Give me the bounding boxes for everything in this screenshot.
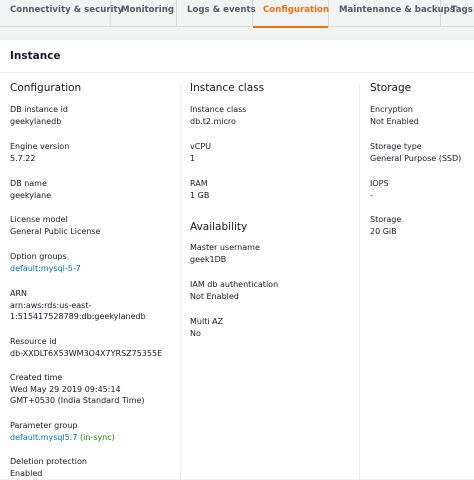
multi-az-value: No (190, 329, 201, 338)
db-instance-id-value: geekylanedb (10, 117, 62, 126)
iops-value: - (370, 191, 373, 200)
iops-label: IOPS (370, 179, 389, 188)
parameter-group-status: (in-sync) (79, 433, 115, 442)
parameter-group-field: Parameter group default.mysql5.7 (in-syn… (10, 420, 180, 443)
deletion-protection-label: Deletion protection (10, 457, 87, 466)
instance-class-section-title: Instance class (190, 82, 265, 94)
iam-auth-value: Not Enabled (190, 292, 239, 301)
column-divider-1 (180, 84, 181, 480)
parameter-group-value: default.mysql5.7 (in-sync) (10, 432, 180, 443)
iam-auth-field: IAM db authentication Not Enabled (190, 279, 360, 302)
db-name-field: DB name geekylane (10, 178, 180, 201)
master-username-field: Master username geek1DB (190, 242, 360, 265)
resource-id-field: Resource id db-XXDLT6X53WM3O4X7YRSZ75355… (10, 336, 180, 359)
tab-maintenance-backups[interactable]: Maintenance & backups (329, 0, 455, 27)
panel-title: Instance (10, 50, 61, 62)
arn-label: ARN (10, 289, 28, 298)
arn-value: arn:aws:rds:us-east-1:515417528789:db:ge… (10, 301, 146, 321)
vcpu-label: vCPU (190, 142, 211, 151)
option-groups-link[interactable]: default:mysql-5-7 (10, 263, 180, 274)
option-groups-field: Option groups default:mysql-5-7 (10, 251, 180, 274)
encryption-field: Encryption Not Enabled (370, 104, 474, 127)
arn-field: ARN arn:aws:rds:us-east-1:515417528789:d… (10, 288, 180, 322)
master-username-value: geek1DB (190, 255, 227, 264)
db-name-value: geekylane (10, 191, 52, 200)
created-time-field: Created time Wed May 29 2019 09:45:14 GM… (10, 372, 180, 406)
vcpu-field: vCPU 1 (190, 141, 360, 164)
tab-connectivity-security[interactable]: Connectivity & security (0, 0, 123, 27)
engine-version-value: 5.7.22 (10, 154, 36, 163)
ram-label: RAM (190, 179, 208, 188)
resource-id-value: db-XXDLT6X53WM3O4X7YRSZ75355E (10, 349, 163, 358)
ram-field: RAM 1 GB (190, 178, 360, 201)
instance-panel: Instance Configuration DB instance id ge… (0, 39, 474, 480)
parameter-group-link[interactable]: default.mysql5.7 (10, 433, 77, 442)
instance-class-label: Instance class (190, 105, 247, 114)
tab-bar: Connectivity & security Monitoring Logs … (0, 0, 474, 28)
resource-id-label: Resource id (10, 337, 57, 346)
storage-type-value: General Purpose (SSD) (370, 154, 462, 163)
storage-section-title: Storage (370, 82, 412, 94)
storage-size-label: Storage (370, 215, 402, 224)
storage-type-label: Storage type (370, 142, 422, 151)
instance-class-field: Instance class db.t2.micro (190, 104, 360, 127)
tab-configuration[interactable]: Configuration (253, 0, 329, 28)
license-model-value: General Public License (10, 227, 101, 236)
db-name-label: DB name (10, 179, 47, 188)
column-divider-2 (359, 84, 360, 480)
tab-monitoring[interactable]: Monitoring (111, 0, 177, 27)
deletion-protection-value: Enabled (10, 469, 43, 478)
iops-field: IOPS - (370, 178, 474, 201)
ram-value: 1 GB (190, 191, 210, 200)
availability-section-title: Availability (190, 221, 248, 233)
parameter-group-label: Parameter group (10, 421, 78, 430)
license-model-label: License model (10, 215, 68, 224)
encryption-label: Encryption (370, 105, 413, 114)
storage-size-value: 20 GiB (370, 227, 397, 236)
tab-logs-events[interactable]: Logs & events (177, 0, 256, 27)
engine-version-label: Engine version (10, 142, 70, 151)
vcpu-value: 1 (190, 154, 196, 163)
storage-size-field: Storage 20 GiB (370, 214, 474, 237)
tab-tags[interactable]: Tags (441, 0, 474, 27)
deletion-protection-field: Deletion protection Enabled (10, 456, 180, 479)
engine-version-field: Engine version 5.7.22 (10, 141, 180, 164)
encryption-value: Not Enabled (370, 117, 419, 126)
multi-az-label: Multi AZ (190, 317, 224, 326)
panel-header: Instance (0, 40, 474, 73)
iam-auth-label: IAM db authentication (190, 280, 279, 289)
db-instance-id-field: DB instance id geekylanedb (10, 104, 180, 127)
license-model-field: License model General Public License (10, 214, 180, 237)
created-time-value: Wed May 29 2019 09:45:14 GMT+0530 (India… (10, 385, 145, 405)
storage-type-field: Storage type General Purpose (SSD) (370, 141, 474, 164)
master-username-label: Master username (190, 243, 260, 252)
db-instance-id-label: DB instance id (10, 105, 68, 114)
instance-class-value: db.t2.micro (190, 117, 236, 126)
option-groups-label: Option groups (10, 252, 67, 261)
multi-az-field: Multi AZ No (190, 316, 360, 339)
created-time-label: Created time (10, 373, 63, 382)
configuration-section-title: Configuration (10, 82, 82, 94)
